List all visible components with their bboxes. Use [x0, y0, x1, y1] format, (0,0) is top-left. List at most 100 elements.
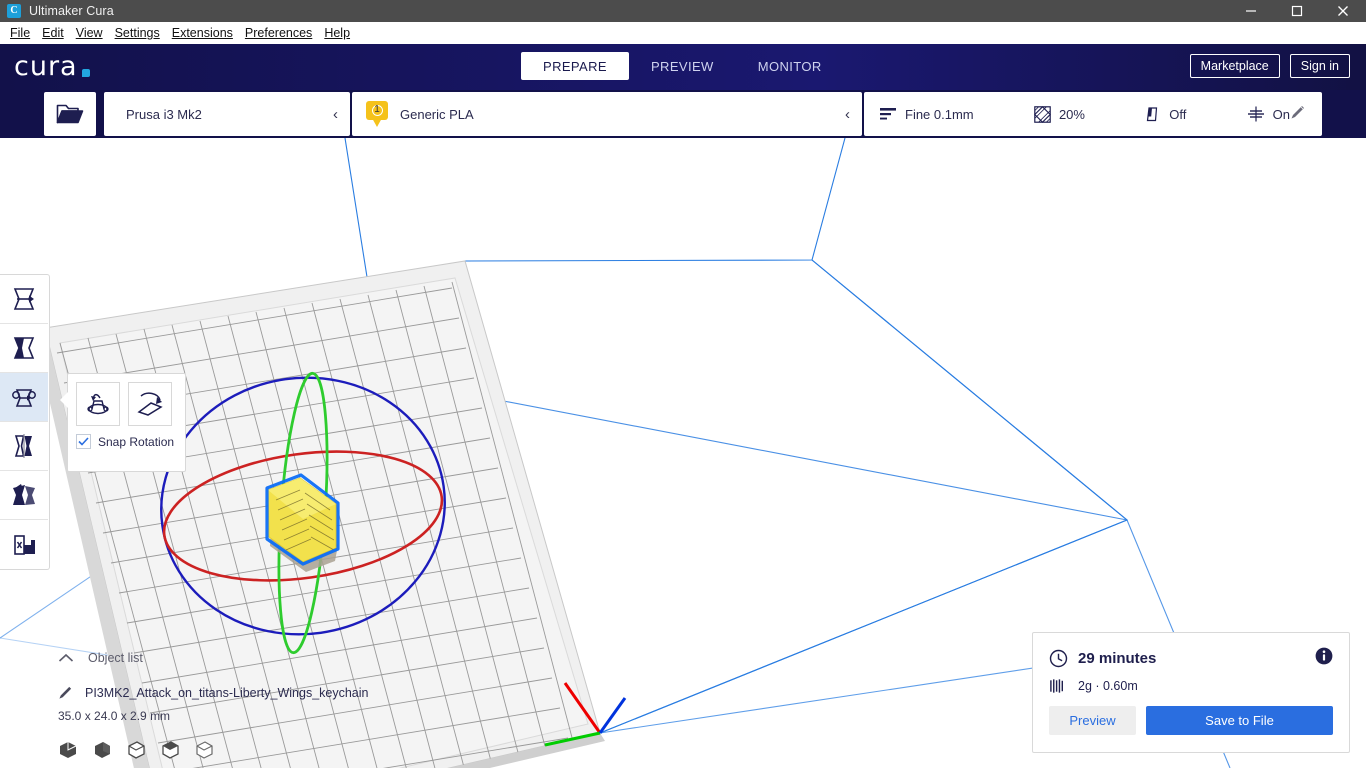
snap-rotation-label: Snap Rotation [98, 434, 175, 449]
open-folder-icon [56, 104, 84, 124]
layer-view-icon[interactable] [160, 740, 180, 760]
rotate-panel-buttons [76, 382, 177, 426]
object-list-header[interactable]: Object list [58, 648, 458, 668]
infill-icon [1033, 105, 1051, 123]
menu-settings[interactable]: Settings [109, 24, 166, 42]
menu-extensions-label: Extensions [171, 26, 233, 40]
layer-height-icon [880, 108, 896, 120]
support-blocker-tool-button[interactable] [0, 520, 48, 569]
snap-rotation-checkbox-box[interactable] [76, 434, 91, 449]
adhesion-icon [1247, 106, 1264, 122]
cura-wordmark-text: cura [14, 50, 78, 82]
chevron-up-icon [58, 653, 74, 662]
menu-settings-label: Settings [114, 26, 160, 40]
maximize-icon[interactable] [1274, 0, 1320, 22]
print-time-value: 29 minutes [1078, 650, 1157, 667]
object-name: PI3MK2_Attack_on_titans-Liberty_Wings_ke… [85, 685, 369, 700]
sign-in-button[interactable]: Sign in [1289, 54, 1350, 78]
cura-application-window: C Ultimaker Cura File Edit View Settings… [0, 0, 1366, 768]
material-selector[interactable]: 1 Generic PLA ‹ [352, 92, 862, 136]
menu-file-label: File [10, 26, 31, 40]
minimize-icon[interactable] [1228, 0, 1274, 22]
support-setting[interactable]: Off [1145, 106, 1186, 122]
marketplace-button[interactable]: Marketplace [1189, 54, 1280, 78]
header-buttons: Marketplace Sign in [1189, 54, 1350, 78]
save-to-file-button[interactable]: Save to File [1146, 706, 1333, 735]
menu-help-label: Help [324, 26, 351, 40]
tab-monitor[interactable]: MONITOR [736, 52, 844, 80]
window-controls [1228, 0, 1366, 22]
pencil-icon[interactable] [1290, 104, 1306, 125]
scale-tool-icon [13, 337, 35, 359]
per-model-settings-icon [13, 484, 35, 505]
cura-wordmark-dot [81, 69, 90, 77]
open-file-button[interactable] [44, 92, 96, 136]
menu-preferences-label: Preferences [244, 26, 313, 40]
extruder-number: 1 [374, 104, 380, 115]
support-icon [1147, 107, 1158, 122]
reset-rotation-button[interactable] [76, 382, 120, 426]
chevron-left-icon: ‹ [333, 105, 338, 123]
print-time-row: 29 minutes [1049, 647, 1333, 670]
cura-logo-icon: C [7, 4, 21, 18]
per-model-settings-tool-button[interactable] [0, 471, 48, 520]
lay-flat-icon [137, 392, 163, 416]
menu-view[interactable]: View [70, 24, 109, 42]
menu-preferences[interactable]: Preferences [239, 24, 318, 42]
menu-view-label: View [75, 26, 103, 40]
rotate-tool-icon [12, 389, 36, 407]
close-icon[interactable] [1320, 0, 1366, 22]
rotate-tool-panel: Snap Rotation [60, 373, 186, 472]
move-tool-button[interactable] [0, 275, 48, 324]
material-usage-row: 2g · 0.60m [1049, 678, 1333, 694]
object-dimensions: 35.0 x 24.0 x 2.9 mm [58, 709, 171, 723]
menu-edit-label: Edit [42, 26, 64, 40]
machine-selector[interactable]: Prusa i3 Mk2 ‹ [104, 92, 350, 136]
reset-rotation-icon [87, 393, 109, 415]
material-usage-value: 2g · 0.60m [1078, 679, 1138, 693]
extruder-badge-icon: 1 [366, 101, 388, 127]
tool-column [0, 274, 50, 570]
material-chevron-left-icon: ‹ [845, 105, 850, 123]
profile-value: Fine 0.1mm [905, 106, 974, 122]
infill-value: 20% [1058, 106, 1085, 122]
edit-pencil-icon [59, 686, 72, 699]
tab-prepare[interactable]: PREPARE [521, 52, 629, 80]
solid-view-icon[interactable] [58, 740, 78, 760]
print-job-card: 29 minutes 2g · 0.60m Preview Save to Fi… [1032, 632, 1350, 753]
outline-view-icon[interactable] [194, 740, 214, 760]
mirror-tool-button[interactable] [0, 422, 48, 471]
material-name: Generic PLA [400, 106, 474, 122]
scale-tool-button[interactable] [0, 324, 48, 373]
rotate-tool-button[interactable] [0, 373, 48, 422]
menu-extensions[interactable]: Extensions [166, 24, 239, 42]
mirror-tool-icon [14, 434, 32, 458]
machine-name: Prusa i3 Mk2 [126, 106, 202, 122]
object-list-item[interactable]: PI3MK2_Attack_on_titans-Liberty_Wings_ke… [58, 685, 458, 700]
support-value: Off [1169, 106, 1187, 122]
window-title: Ultimaker Cura [29, 4, 114, 18]
main-nav-tabs: PREPARE PREVIEW MONITOR [521, 52, 844, 80]
print-job-buttons: Preview Save to File [1049, 706, 1333, 735]
move-tool-icon [13, 288, 35, 310]
support-blocker-icon [14, 534, 35, 555]
menu-file[interactable]: File [4, 24, 36, 42]
profile-setting[interactable]: Fine 0.1mm [880, 107, 974, 122]
wireframe-view-icon[interactable] [126, 740, 146, 760]
lay-flat-button[interactable] [128, 382, 172, 426]
object-list-label: Object list [88, 651, 143, 665]
filament-icon [1050, 679, 1064, 693]
xray-view-icon[interactable] [92, 740, 112, 760]
info-icon[interactable] [1315, 647, 1333, 670]
infill-setting[interactable]: 20% [1033, 105, 1085, 123]
adhesion-setting[interactable]: On [1247, 106, 1290, 122]
cura-wordmark: cura [14, 50, 90, 82]
menu-edit[interactable]: Edit [36, 24, 70, 42]
menu-help[interactable]: Help [318, 24, 356, 42]
preview-button[interactable]: Preview [1049, 706, 1136, 735]
snap-rotation-checkbox[interactable]: Snap Rotation [76, 434, 177, 449]
menu-bar: File Edit View Settings Extensions Prefe… [0, 22, 1366, 44]
print-settings-selector[interactable]: Fine 0.1mm 20% Off On [864, 92, 1322, 136]
tab-preview[interactable]: PREVIEW [629, 52, 736, 80]
window-titlebar: C Ultimaker Cura [0, 0, 1366, 22]
